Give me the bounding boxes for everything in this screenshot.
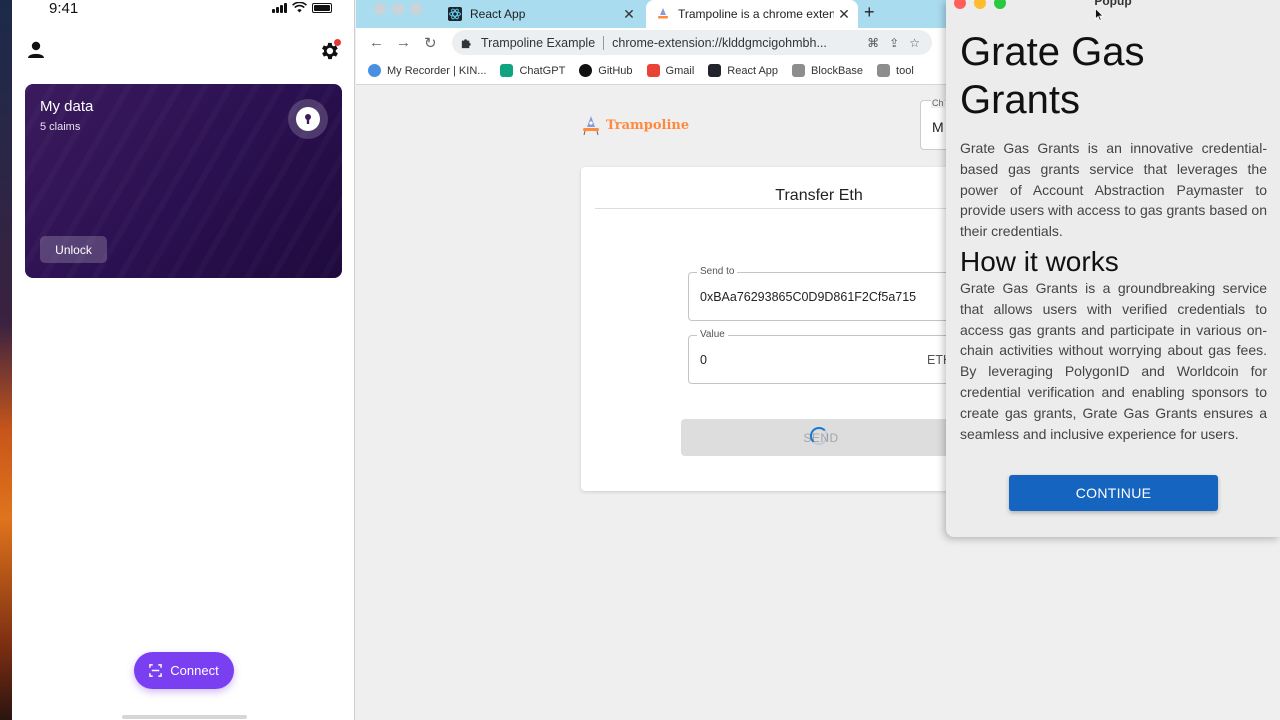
extension-puzzle-icon (461, 39, 471, 49)
transfer-card: Transfer Eth Send to 0xBAa76293865C0D9D8… (581, 167, 963, 491)
continue-button[interactable]: CONTINUE (1009, 475, 1218, 511)
folder-icon (877, 64, 891, 77)
popup-heading: Grate Gas Grants (960, 30, 1145, 122)
bookmark-label: tool (896, 64, 914, 77)
home-indicator[interactable] (122, 715, 247, 719)
user-icon[interactable] (26, 40, 46, 60)
divider (595, 208, 961, 209)
window-controls (374, 3, 422, 15)
tab-react-app[interactable]: React App ✕ (438, 0, 643, 28)
rocket-logo-icon (583, 116, 599, 136)
share-icon[interactable]: ⇪ (889, 36, 899, 50)
react-icon (708, 64, 722, 77)
popup-titlebar: Popup (946, 0, 1280, 28)
how-it-works-paragraph: Grate Gas Grants is a groundbreaking ser… (960, 279, 1267, 442)
send-button[interactable]: SEND (681, 419, 961, 456)
send-to-field[interactable]: Send to 0xBAa76293865C0D9D861F2Cf5a715 (688, 266, 963, 321)
signal-icon (272, 2, 287, 13)
tab-trampoline[interactable]: Trampoline is a chrome extension ✕ (646, 0, 858, 28)
phone-screen: 9:41 My data 5 claims Unlock Connect (12, 0, 355, 720)
minimize-window-button[interactable] (392, 3, 404, 15)
value-amount: 0 (700, 353, 707, 367)
card-title: My data (40, 98, 94, 115)
logo-text: Trampoline (606, 117, 690, 133)
window-title: Popup (1094, 0, 1132, 8)
bookmark-label: Gmail (665, 64, 695, 77)
connect-label: Connect (170, 663, 219, 678)
battery-icon (312, 2, 332, 13)
intro-paragraph: Grate Gas Grants is an innovative creden… (960, 140, 1267, 240)
divider (603, 35, 605, 50)
bookmark-label: BlockBase (811, 64, 864, 77)
trampoline-icon (658, 8, 668, 19)
how-it-works-heading: How it works (960, 245, 1119, 277)
my-data-card[interactable]: My data 5 claims Unlock (25, 84, 342, 278)
popup-body: Grate Gas Grants Grate Gas Grants is an … (960, 28, 1267, 444)
settings-button[interactable] (318, 39, 341, 62)
react-icon (448, 7, 462, 21)
close-window-button[interactable] (374, 3, 386, 15)
chain-value: M (932, 119, 944, 135)
close-tab-icon[interactable]: ✕ (619, 6, 639, 23)
keyhole-icon (296, 107, 320, 131)
site-name: Trampoline Example (481, 35, 596, 50)
bookmark-tool[interactable]: tool (877, 64, 914, 77)
new-tab-button[interactable]: + (864, 2, 875, 23)
popup-window: Popup Grate Gas Grants Grate Gas Grants … (946, 0, 1280, 537)
scan-icon (149, 664, 163, 677)
field-label: Send to (697, 266, 738, 277)
mouse-cursor-icon (1095, 8, 1104, 21)
bookmark-react-app[interactable]: React App (708, 64, 778, 77)
unlock-button[interactable]: Unlock (40, 236, 107, 263)
back-arrow-icon[interactable]: ← (369, 34, 384, 51)
chain-label: Ch (931, 98, 945, 108)
bookmark-label: My Recorder | KIN... (387, 64, 487, 77)
value-field[interactable]: Value 0 ETH (688, 329, 963, 384)
bookmark-gmail[interactable]: Gmail (646, 64, 695, 77)
field-label: Value (697, 329, 728, 340)
wifi-icon (292, 2, 307, 13)
lock-button[interactable] (288, 99, 328, 139)
connect-button[interactable]: Connect (134, 652, 234, 689)
url-text: chrome-extension://klddgmcigohmbh... (612, 35, 827, 50)
recorder-icon (368, 64, 381, 77)
chatgpt-icon (500, 64, 514, 77)
send-to-value: 0xBAa76293865C0D9D861F2Cf5a715 (700, 290, 917, 304)
github-icon (579, 64, 593, 77)
status-time: 9:41 (49, 0, 79, 17)
star-icon[interactable]: ☆ (909, 36, 920, 50)
notification-dot (334, 39, 341, 46)
desktop-background (0, 0, 12, 720)
forward-arrow-icon[interactable]: → (396, 34, 411, 51)
trampoline-logo: Trampoline (580, 114, 689, 136)
tab-label: Trampoline is a chrome extension (678, 7, 834, 21)
bookmark-blockbase[interactable]: BlockBase (792, 64, 863, 77)
loading-spinner-icon (810, 427, 828, 445)
bookmark-github[interactable]: GitHub (579, 64, 633, 77)
bookmark-label: React App (727, 64, 779, 77)
address-bar[interactable]: Trampoline Example chrome-extension://kl… (452, 30, 932, 55)
bookmark-label: GitHub (598, 64, 633, 77)
bookmark-my-recorder[interactable]: My Recorder | KIN... (368, 64, 486, 77)
close-tab-icon[interactable]: ✕ (834, 6, 854, 23)
translate-icon[interactable]: ⌘ (867, 36, 879, 50)
gmail-icon (646, 64, 660, 77)
maximize-window-button[interactable] (410, 3, 422, 15)
tab-label: React App (470, 7, 526, 21)
bookmark-chatgpt[interactable]: ChatGPT (500, 64, 565, 77)
folder-icon (792, 64, 806, 77)
status-icons (272, 2, 332, 13)
reload-icon[interactable]: ↻ (424, 34, 437, 52)
card-claims-count: 5 claims (40, 121, 81, 133)
bookmark-label: ChatGPT (519, 64, 566, 77)
